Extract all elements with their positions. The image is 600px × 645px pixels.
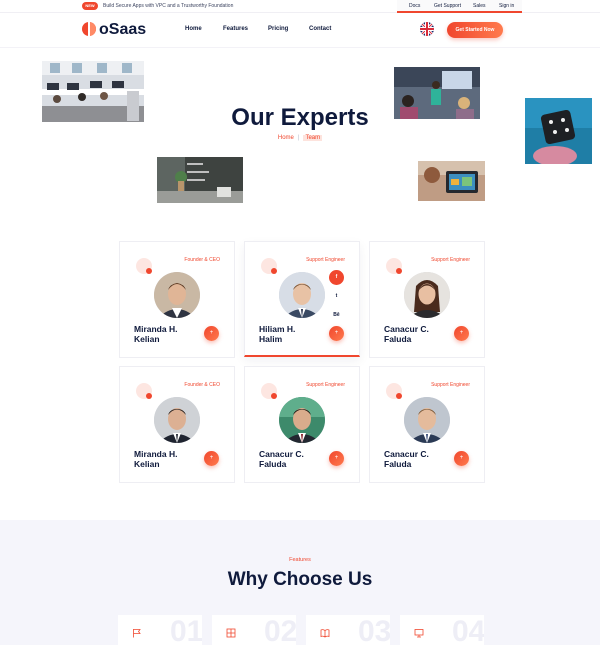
tablet-photo xyxy=(418,161,485,201)
plus-button[interactable]: + xyxy=(329,326,344,341)
team-name: Canacur C. Faluda xyxy=(259,449,304,469)
team-role: Founder & CEO xyxy=(184,257,220,263)
avatar xyxy=(154,397,200,443)
team-card[interactable]: Support Engineer Canacur C. Faluda + xyxy=(369,241,485,358)
decor-dot xyxy=(146,268,152,274)
team-card[interactable]: Founder & CEO Miranda H. Kelian + xyxy=(119,366,235,483)
logo-mark-icon xyxy=(82,22,96,36)
breadcrumb-home-link[interactable]: Home xyxy=(278,135,294,141)
get-started-button[interactable]: Get Started Now xyxy=(447,22,503,38)
decor-dot xyxy=(396,393,402,399)
team-card[interactable]: Support Engineer f t Bē Hiliam H. Halim + xyxy=(244,241,360,357)
nav-pricing[interactable]: Pricing xyxy=(268,26,288,32)
avatar xyxy=(154,272,200,318)
plus-button[interactable]: + xyxy=(204,326,219,341)
team-card[interactable]: Founder & CEO Miranda H. Kelian + xyxy=(119,241,235,358)
team-role: Support Engineer xyxy=(431,257,470,263)
breadcrumb-current: Team xyxy=(303,135,323,141)
feature-number: 04 xyxy=(452,615,484,645)
team-name: Canacur C. Faluda xyxy=(384,324,429,344)
twitter-icon[interactable]: t xyxy=(329,289,344,304)
avatar xyxy=(279,272,325,318)
nav-contact[interactable]: Contact xyxy=(309,26,331,32)
top-links: Docs Get Support Sales Sign in xyxy=(397,0,522,13)
plus-button[interactable]: + xyxy=(204,451,219,466)
breadcrumb: Home | Team xyxy=(0,135,600,141)
team-role: Support Engineer xyxy=(431,382,470,388)
avatar xyxy=(404,272,450,318)
team-role: Support Engineer xyxy=(306,382,345,388)
logo-text: oSaas xyxy=(99,21,147,38)
feature-card[interactable]: 01 xyxy=(118,615,202,645)
section-label: Features xyxy=(289,557,311,563)
main-header: oSaas Home Features Pricing Contact Get … xyxy=(0,13,600,48)
flag-icon xyxy=(133,629,141,638)
workspace-photo xyxy=(157,157,243,203)
avatar xyxy=(404,397,450,443)
nav-features[interactable]: Features xyxy=(223,26,248,32)
sales-link[interactable]: Sales xyxy=(473,3,486,9)
decor-dot xyxy=(271,268,277,274)
plus-button[interactable]: + xyxy=(454,326,469,341)
new-badge: NEW xyxy=(82,2,98,10)
section-title: Why Choose Us xyxy=(227,569,373,590)
book-icon xyxy=(320,629,330,638)
team-name: Miranda H. Kelian xyxy=(134,449,178,469)
feature-number: 03 xyxy=(358,615,390,645)
plus-button[interactable]: + xyxy=(329,451,344,466)
grid-icon xyxy=(226,628,236,638)
team-name: Miranda H. Kelian xyxy=(134,324,178,344)
decor-dot xyxy=(146,393,152,399)
docs-link[interactable]: Docs xyxy=(409,3,420,9)
features-section: Features Why Choose Us 01 02 03 04 xyxy=(0,520,600,645)
team-role: Founder & CEO xyxy=(184,382,220,388)
breadcrumb-separator: | xyxy=(297,135,300,141)
announcement-bar: NEW Build Secure Apps with VPC and a Tru… xyxy=(0,0,600,13)
announcement-text[interactable]: Build Secure Apps with VPC and a Trustwo… xyxy=(103,3,233,9)
language-flag-icon[interactable] xyxy=(420,22,434,36)
feature-card[interactable]: 03 xyxy=(306,615,390,645)
behance-icon[interactable]: Bē xyxy=(329,308,344,323)
plus-button[interactable]: + xyxy=(454,451,469,466)
feature-number: 02 xyxy=(264,615,296,645)
decor-dot xyxy=(271,393,277,399)
feature-card[interactable]: 04 xyxy=(400,615,484,645)
feature-number: 01 xyxy=(170,615,202,645)
team-name: Canacur C. Faluda xyxy=(384,449,429,469)
avatar xyxy=(279,397,325,443)
sign-in-link[interactable]: Sign in xyxy=(499,3,514,9)
get-support-link[interactable]: Get Support xyxy=(434,3,461,9)
feature-card[interactable]: 02 xyxy=(212,615,296,645)
facebook-icon[interactable]: f xyxy=(329,270,344,285)
monitor-icon xyxy=(414,629,424,638)
team-card[interactable]: Support Engineer Canacur C. Faluda + xyxy=(244,366,360,483)
team-name: Hiliam H. Halim xyxy=(259,324,296,344)
nav-home[interactable]: Home xyxy=(185,26,202,32)
team-card[interactable]: Support Engineer Canacur C. Faluda + xyxy=(369,366,485,483)
team-role: Support Engineer xyxy=(306,257,345,263)
page-title: Our Experts xyxy=(231,104,369,131)
decor-dot xyxy=(396,268,402,274)
